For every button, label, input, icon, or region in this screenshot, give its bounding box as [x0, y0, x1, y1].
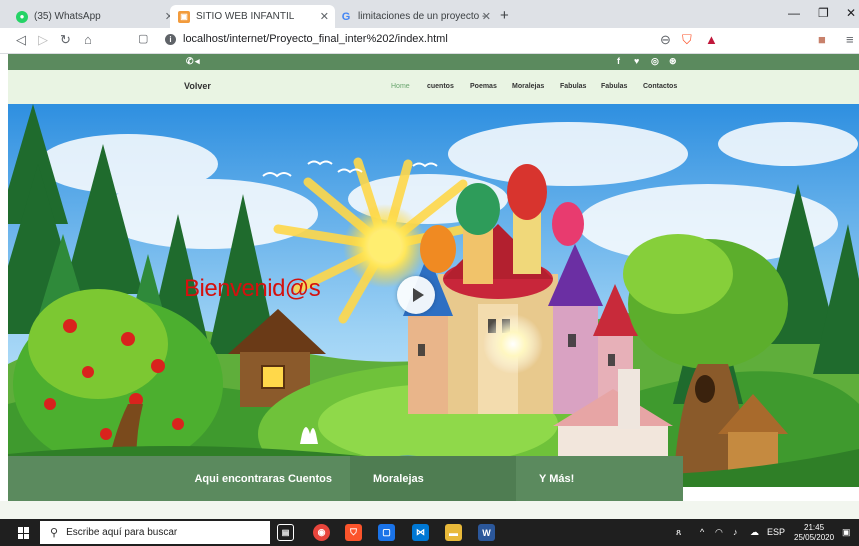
close-icon[interactable]: ✕ — [320, 10, 329, 23]
feature-cuentos[interactable]: Aqui encontraras Cuentos — [8, 456, 350, 501]
brave-rewards-icon[interactable]: ▲ — [705, 32, 718, 47]
windows-start-icon[interactable] — [18, 527, 30, 539]
brave-icon[interactable]: ⛉ — [345, 524, 362, 541]
notifications-icon[interactable]: ▣ — [842, 527, 851, 538]
zoom-icon[interactable]: ⊖ — [660, 32, 671, 48]
window-close-icon[interactable]: ✕ — [846, 6, 856, 20]
language-indicator[interactable]: ESP — [767, 527, 785, 537]
brand-link[interactable]: Volver — [184, 81, 211, 91]
back-icon[interactable]: ◁ — [16, 32, 26, 48]
taskbar-search-box[interactable]: ⚲ Escribe aquí para buscar — [40, 521, 270, 544]
twitter-icon[interactable]: ♥ — [634, 56, 639, 66]
feature-label: Aqui encontraras Cuentos — [194, 472, 332, 485]
home-icon[interactable]: ⌂ — [84, 32, 92, 47]
windows-taskbar: ⚲ Escribe aquí para buscar ▤ ◉ ⛉ ▢ ⋈ ▬ W… — [0, 519, 859, 546]
nav-poemas[interactable]: Poemas — [470, 83, 497, 90]
site-navbar: Volver Home cuentos Poemas Moralejas Fab… — [8, 70, 859, 104]
search-icon: ⚲ — [50, 527, 59, 539]
onedrive-icon[interactable]: ☁ — [750, 527, 759, 538]
minimize-icon[interactable]: — — [788, 6, 800, 20]
nav-fabulas[interactable]: Fabulas — [560, 83, 586, 90]
url-text: localhost/internet/Proyecto_final_inter%… — [183, 33, 448, 45]
hero-banner: Bienvenid@s — [8, 104, 859, 487]
play-icon — [412, 288, 424, 302]
clock[interactable]: 21:45 25/05/2020 — [794, 523, 834, 543]
clock-date: 25/05/2020 — [794, 533, 835, 542]
brave-shield-icon[interactable]: ⛉ — [682, 32, 692, 48]
close-icon[interactable]: ✕ — [482, 10, 491, 23]
tray-chevron-icon[interactable]: ^ — [700, 527, 704, 537]
people-icon[interactable]: ጸ — [676, 527, 681, 538]
feature-moralejas[interactable]: Moralejas — [350, 456, 516, 501]
app-icon[interactable]: ▢ — [378, 524, 395, 541]
feature-label: Y Más! — [539, 472, 575, 485]
vscode-icon[interactable]: ⋈ — [412, 524, 429, 541]
tab-label: (35) WhatsApp — [34, 11, 101, 22]
volume-icon[interactable]: ♪ — [733, 527, 738, 537]
menu-icon[interactable]: ≡ — [846, 32, 854, 47]
instagram-icon[interactable]: ◎ — [651, 56, 659, 67]
nav-contactos[interactable]: Contactos — [643, 83, 677, 90]
nav-home[interactable]: Home — [391, 83, 410, 90]
site-icon: ▣ — [178, 10, 190, 23]
facebook-icon[interactable]: f — [617, 56, 620, 66]
task-view-icon[interactable]: ▤ — [277, 524, 294, 541]
nav-cuentos[interactable]: cuentos — [427, 83, 454, 90]
tab-sitio-web[interactable]: ▣ SITIO WEB INFANTIL ✕ — [170, 5, 335, 28]
tab-label: SITIO WEB INFANTIL — [196, 11, 295, 22]
info-icon[interactable]: i — [165, 33, 176, 45]
feature-label: Moralejas — [373, 472, 424, 485]
file-explorer-icon[interactable]: ▬ — [445, 524, 462, 541]
address-bar[interactable]: i localhost/internet/Proyecto_final_inte… — [165, 33, 448, 45]
tab-google-search[interactable]: G limitaciones de un proyecto - Busc ✕ — [332, 5, 497, 28]
nav-moralejas[interactable]: Moralejas — [512, 83, 544, 90]
features-bar: Aqui encontraras Cuentos Moralejas Y Más… — [8, 456, 683, 501]
google-icon: G — [341, 10, 351, 23]
browser-toolbar: ◁ ▷ ↻ ⌂ ▢ i localhost/internet/Proyecto_… — [0, 28, 859, 54]
network-icon[interactable]: ◠ — [715, 527, 723, 538]
reload-icon[interactable]: ↻ — [60, 32, 71, 48]
chrome-icon[interactable]: ◉ — [313, 524, 330, 541]
feature-y-mas[interactable]: Y Más! — [516, 456, 683, 501]
new-tab-button[interactable]: + — [500, 7, 509, 24]
restore-icon[interactable]: ❐ — [818, 6, 829, 20]
whatsapp-icon: ● — [16, 10, 28, 23]
page-footer-strip — [0, 501, 859, 519]
word-icon[interactable]: W — [478, 524, 495, 541]
nav-fabulas-2[interactable]: Fabulas — [601, 83, 627, 90]
profile-icon[interactable]: ■ — [818, 32, 826, 47]
play-video-button[interactable] — [397, 276, 435, 314]
tab-label: limitaciones de un proyecto - Busc — [358, 11, 486, 22]
bookmark-icon[interactable]: ▢ — [138, 32, 148, 45]
dribbble-icon[interactable]: ⊛ — [669, 56, 677, 67]
phone-icon: ✆ — [186, 56, 194, 66]
clock-time: 21:45 — [804, 523, 825, 532]
hero-title: Bienvenid@s — [184, 275, 321, 302]
search-placeholder: Escribe aquí para buscar — [66, 527, 178, 538]
site-top-bar: ✆ ◂ f ♥ ◎ ⊛ — [8, 54, 859, 70]
tab-whatsapp[interactable]: ● (35) WhatsApp ✕ — [8, 5, 180, 28]
forward-icon[interactable]: ▷ — [38, 32, 48, 48]
browser-tab-bar: ● (35) WhatsApp ✕ ▣ SITIO WEB INFANTIL ✕… — [0, 0, 859, 28]
send-icon: ◂ — [195, 56, 200, 66]
